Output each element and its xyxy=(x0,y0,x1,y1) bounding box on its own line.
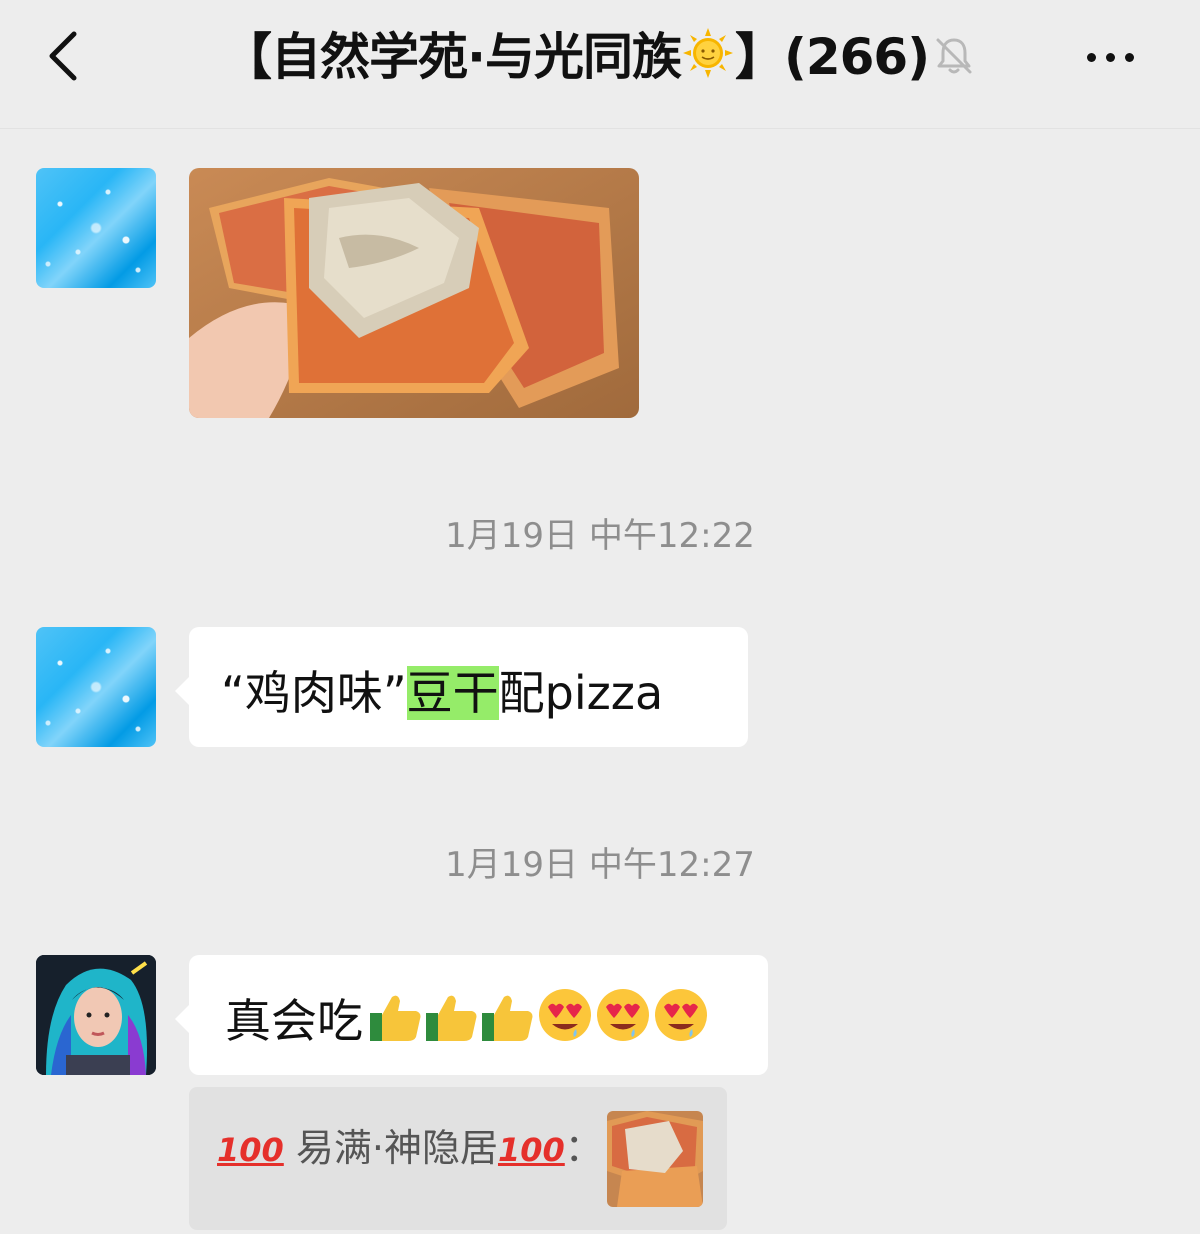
heart-eyes-icon xyxy=(539,989,592,1041)
quoted-message[interactable]: 100 易满·神隐居100： xyxy=(189,1087,727,1230)
chat-header: 【自然学苑·与光同族 】(266) xyxy=(0,0,1200,129)
message-text-quote: “鸡肉味” xyxy=(221,666,407,720)
sender-avatar-woman[interactable] xyxy=(36,955,156,1075)
avatar-portrait xyxy=(36,955,156,1075)
ellipsis-dot xyxy=(1125,53,1134,62)
heart-eyes-icon xyxy=(655,989,708,1041)
sender-avatar-sparkle[interactable] xyxy=(36,627,156,747)
back-button[interactable] xyxy=(40,26,90,86)
text-message-bubble[interactable]: 真会吃 xyxy=(175,955,768,1075)
thumbs-up-icon xyxy=(426,995,477,1041)
chevron-left-icon xyxy=(49,31,77,81)
emoji-row xyxy=(368,987,710,1047)
message-text: 真会吃 xyxy=(225,994,363,1048)
quote-colon: ： xyxy=(564,1126,603,1170)
quote-sender-name: 易满·神隐居 xyxy=(295,1126,498,1170)
ellipsis-dot xyxy=(1106,53,1115,62)
thumbs-up-icon xyxy=(370,995,421,1041)
image-message[interactable] xyxy=(189,168,639,418)
title-suffix: 】(266) xyxy=(735,28,930,86)
pizza-thumbnail xyxy=(607,1111,703,1207)
sender-avatar-sparkle[interactable] xyxy=(36,168,156,288)
bell-muted-icon xyxy=(932,34,976,78)
hundred-points-icon: 100 xyxy=(217,1131,284,1169)
highlighted-text: 豆干 xyxy=(406,666,499,720)
quote-image-thumbnail[interactable] xyxy=(607,1111,703,1207)
thumbs-up-icon xyxy=(482,995,533,1041)
chat-title: 【自然学苑·与光同族 】(266) xyxy=(222,22,930,92)
hundred-points-icon: 100 xyxy=(497,1131,565,1169)
sun-face-icon xyxy=(683,26,733,96)
message-text-rest: 配pizza xyxy=(498,666,664,720)
pizza-photo xyxy=(189,168,639,418)
title-prefix: 【自然学苑·与光同族 xyxy=(222,28,682,86)
text-message-bubble[interactable]: “鸡肉味”豆干配pizza xyxy=(175,627,748,747)
more-options-button[interactable] xyxy=(1082,44,1146,72)
timestamp: 1月19日 中午12:22 xyxy=(445,516,755,556)
ellipsis-dot xyxy=(1087,53,1096,62)
timestamp: 1月19日 中午12:27 xyxy=(445,845,755,885)
heart-eyes-icon xyxy=(597,989,650,1041)
quote-text: 100 易满·神隐居100： xyxy=(217,1117,603,1172)
